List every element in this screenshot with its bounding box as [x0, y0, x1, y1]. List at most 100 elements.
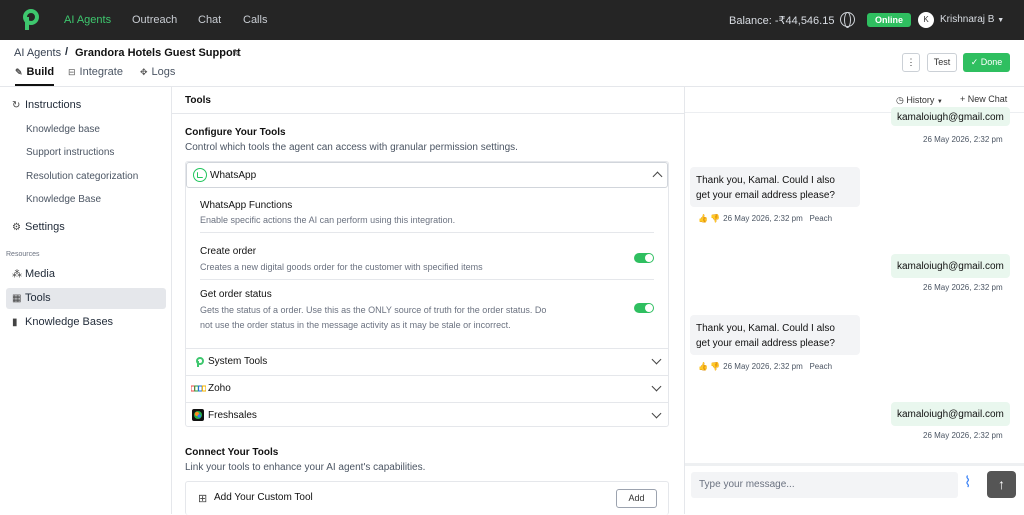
sidebar-section-resources: Resources — [6, 251, 40, 258]
grid-plus-icon: ⊞ — [198, 493, 208, 505]
message-input[interactable]: Type your message... — [691, 472, 958, 498]
freshsales-accordion[interactable]: Freshsales — [186, 403, 668, 428]
message-text: kamaloiugh@gmail.com — [897, 112, 1004, 123]
message-timestamp: 26 May 2026, 2:32 pm — [923, 283, 1003, 292]
history-label: History — [906, 95, 935, 105]
avatar[interactable]: K — [918, 12, 934, 28]
zoho-accordion[interactable]: Zoho — [186, 376, 668, 402]
agent-name: Peach — [809, 362, 833, 371]
chevron-down-icon — [651, 381, 662, 392]
chevron-down-icon — [651, 408, 662, 419]
message-bubble-user: kamaloiugh@gmail.com — [891, 107, 1010, 126]
configure-tools-description: Control which tools the agent can access… — [185, 142, 518, 153]
refresh-icon: ↻ — [12, 100, 21, 111]
new-chat-button[interactable]: + New Chat — [960, 94, 1007, 104]
tab-build[interactable]: ✎ Build — [15, 66, 55, 86]
user-menu[interactable]: Krishnaraj B ▼ — [940, 14, 1004, 25]
sidebar-item-label: Knowledge Bases — [25, 316, 114, 328]
sidebar-item-instructions[interactable]: ↻ Instructions — [12, 99, 81, 111]
sidebar-item-knowledge-bases[interactable]: ▮ Knowledge Bases — [12, 316, 113, 328]
message-text: kamaloiugh@gmail.com — [897, 261, 1004, 272]
agent-name: Peach — [809, 214, 833, 223]
integrate-icon: ⊟ — [68, 67, 76, 77]
app-logo-icon[interactable] — [22, 9, 40, 31]
tools-icon: ▦ — [12, 293, 22, 304]
whatsapp-label: WhatsApp — [210, 170, 257, 181]
sidebar-item-media[interactable]: ⁂ Media — [12, 268, 55, 280]
configure-tools-heading: Configure Your Tools — [185, 127, 286, 138]
system-tools-icon — [196, 357, 204, 367]
whatsapp-functions-description: Enable specific actions the AI can perfo… — [200, 215, 456, 225]
pencil-icon: ✎ — [15, 67, 23, 77]
panel-header: Tools — [172, 87, 684, 114]
system-tools-accordion[interactable]: System Tools — [186, 349, 668, 375]
message-timestamp: 26 May 2026, 2:32 pm — [723, 362, 803, 371]
sidebar-item-settings[interactable]: ⚙ Settings — [12, 221, 65, 233]
whatsapp-functions-title: WhatsApp Functions — [200, 200, 293, 211]
breadcrumb-root[interactable]: AI Agents — [14, 47, 61, 59]
history-button[interactable]: ◷ History ▼ — [896, 95, 943, 106]
online-status-badge[interactable]: Online — [867, 13, 911, 27]
page-title: Tools — [185, 95, 211, 106]
sidebar-item-tools[interactable]: ▦ Tools — [12, 292, 51, 304]
freshsales-logo-icon — [192, 409, 204, 421]
sidebar-subitem-support-instructions[interactable]: Support instructions — [26, 147, 114, 158]
sidebar-subitem-knowledge-base-2[interactable]: Knowledge Base — [26, 194, 101, 205]
sidebar: ↻ Instructions Knowledge base Support ins… — [0, 87, 172, 514]
sidebar-subitem-knowledge-base[interactable]: Knowledge base — [26, 124, 100, 135]
whatsapp-icon — [193, 168, 207, 182]
tab-build-label: Build — [26, 66, 55, 78]
breadcrumb-separator: / — [65, 46, 69, 58]
message-bubble-user: kamaloiugh@gmail.com — [891, 254, 1010, 278]
feedback-icons[interactable]: 👍 👎 — [698, 362, 720, 371]
feedback-icons[interactable]: 👍 👎 — [698, 214, 720, 223]
test-button[interactable]: Test — [927, 53, 957, 72]
message-text-line2: get your email address please? — [696, 190, 835, 201]
tab-integrate[interactable]: ⊟ Integrate — [68, 66, 123, 86]
nav-ai-agents[interactable]: AI Agents — [64, 14, 111, 26]
message-bubble-agent: Thank you, Kamal. Could I also get your … — [690, 315, 860, 355]
arrow-up-icon: ↑ — [998, 476, 1005, 492]
done-button[interactable]: ✓ Done — [963, 53, 1010, 72]
page-header: AI Agents / Grandora Hotels Guest Suppor… — [0, 40, 1024, 87]
tools-panel: Tools Configure Your Tools Control which… — [172, 87, 684, 515]
paperclip-icon[interactable]: ⌇ — [964, 473, 971, 491]
divider — [200, 279, 654, 280]
book-icon: ▮ — [12, 317, 18, 328]
more-options-button[interactable]: ⋮ — [902, 53, 920, 72]
message-timestamp: 26 May 2026, 2:32 pm — [923, 431, 1003, 440]
get-order-status-toggle[interactable] — [634, 303, 654, 313]
user-name: Krishnaraj B — [940, 14, 995, 25]
add-custom-tool-button[interactable]: Add — [616, 489, 657, 508]
done-label: Done — [980, 57, 1003, 67]
whatsapp-accordion-header[interactable]: WhatsApp — [186, 162, 668, 188]
nav-outreach[interactable]: Outreach — [132, 14, 177, 26]
media-icon: ⁂ — [12, 269, 22, 280]
edit-pencil-icon[interactable]: ✎ — [232, 47, 241, 60]
system-tools-label: System Tools — [208, 356, 268, 367]
send-button[interactable]: ↑ — [987, 471, 1016, 498]
create-order-toggle[interactable] — [634, 253, 654, 263]
chevron-down-icon — [651, 354, 662, 365]
zoho-logo-icon — [191, 385, 206, 392]
message-bubble-user: kamaloiugh@gmail.com — [891, 402, 1010, 426]
nav-calls[interactable]: Calls — [243, 14, 267, 26]
message-meta: 👍 👎 26 May 2026, 2:32 pm Peach — [698, 362, 832, 371]
language-globe-icon[interactable] — [840, 12, 855, 28]
balance-display: Balance: -₹44,546.15 — [729, 15, 835, 27]
get-order-status-title: Get order status — [200, 289, 272, 300]
sidebar-subitem-resolution-categorization[interactable]: Resolution categorization — [26, 171, 138, 182]
freshsales-label: Freshsales — [208, 410, 257, 421]
nav-chat[interactable]: Chat — [198, 14, 221, 26]
message-text-line1: Thank you, Kamal. Could I also — [696, 175, 835, 186]
divider — [685, 463, 1024, 466]
message-timestamp: 26 May 2026, 2:32 pm — [723, 214, 803, 223]
zoho-label: Zoho — [208, 383, 231, 394]
get-order-status-description-line2: not use the order status in the message … — [200, 320, 511, 330]
connect-tools-heading: Connect Your Tools — [185, 447, 279, 458]
tab-logs[interactable]: ✥ Logs — [140, 66, 175, 86]
tab-logs-label: Logs — [151, 66, 176, 78]
clock-icon: ◷ — [896, 95, 904, 105]
chevron-down-icon: ▼ — [936, 99, 943, 105]
whatsapp-card: WhatsApp WhatsApp Functions Enable speci… — [185, 161, 669, 427]
